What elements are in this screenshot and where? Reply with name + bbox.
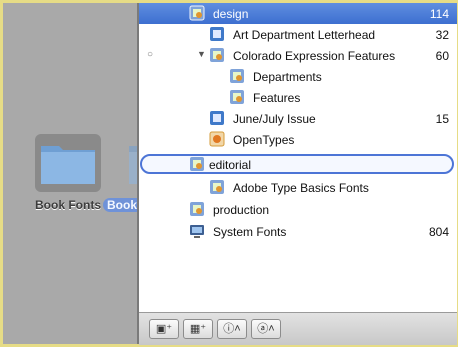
font-set-icon: [230, 90, 244, 104]
info-button[interactable]: ⓘ˄: [217, 319, 247, 339]
new-library-button[interactable]: ▦⁺: [183, 319, 213, 339]
status-dot-icon: ○: [147, 49, 154, 60]
tree-item-departments[interactable]: Departments: [139, 66, 457, 87]
disclosure-triangle-icon[interactable]: ▼: [197, 49, 206, 59]
font-set-icon: [210, 48, 224, 62]
new-set-button[interactable]: ▣⁺: [149, 319, 179, 339]
new-library-icon: ▦⁺: [189, 323, 207, 335]
tree-item-design[interactable]: design 114: [139, 3, 457, 24]
font-sets-tree: design 114 Art Department Letterhead 32 …: [137, 3, 457, 345]
font-set-icon: [189, 5, 205, 21]
desktop-panel: Book Fonts Book Fonts: [3, 3, 183, 344]
font-set-icon: [210, 180, 224, 194]
font-action-icon: ⓐ˄: [257, 323, 275, 335]
tree-item-art-department-letterhead[interactable]: Art Department Letterhead 32: [139, 24, 457, 45]
font-set-icon: [190, 157, 204, 171]
folder-icon: [35, 134, 101, 192]
font-set-icon: [210, 111, 224, 125]
tree-item-production[interactable]: production: [139, 199, 457, 220]
computer-icon: [190, 225, 204, 238]
font-set-icon: [210, 27, 224, 41]
opentype-icon: [209, 131, 225, 147]
info-icon: ⓘ˄: [223, 323, 241, 335]
tree-item-features[interactable]: Features: [139, 87, 457, 108]
new-set-icon: ▣⁺: [155, 323, 173, 335]
bottom-toolbar: ▣⁺ ▦⁺ ⓘ˄ ⓐ˄: [139, 312, 457, 345]
tree-item-opentypes[interactable]: OpenTypes: [139, 129, 457, 150]
tree-item-editorial[interactable]: editorial: [139, 154, 457, 175]
tree-item-system-fonts[interactable]: System Fonts 804: [139, 221, 457, 242]
font-set-icon: [190, 202, 204, 216]
tree-item-adobe-type-basics-fonts[interactable]: Adobe Type Basics Fonts: [139, 177, 457, 198]
tree-item-colorado-expression-features[interactable]: ○ ▼ Colorado Expression Features 60: [139, 45, 457, 66]
font-action-button[interactable]: ⓐ˄: [251, 319, 281, 339]
font-set-icon: [230, 69, 244, 83]
tree-item-june-july-issue[interactable]: June/July Issue 15: [139, 108, 457, 129]
book-fonts-label: Book Fonts: [35, 198, 101, 212]
